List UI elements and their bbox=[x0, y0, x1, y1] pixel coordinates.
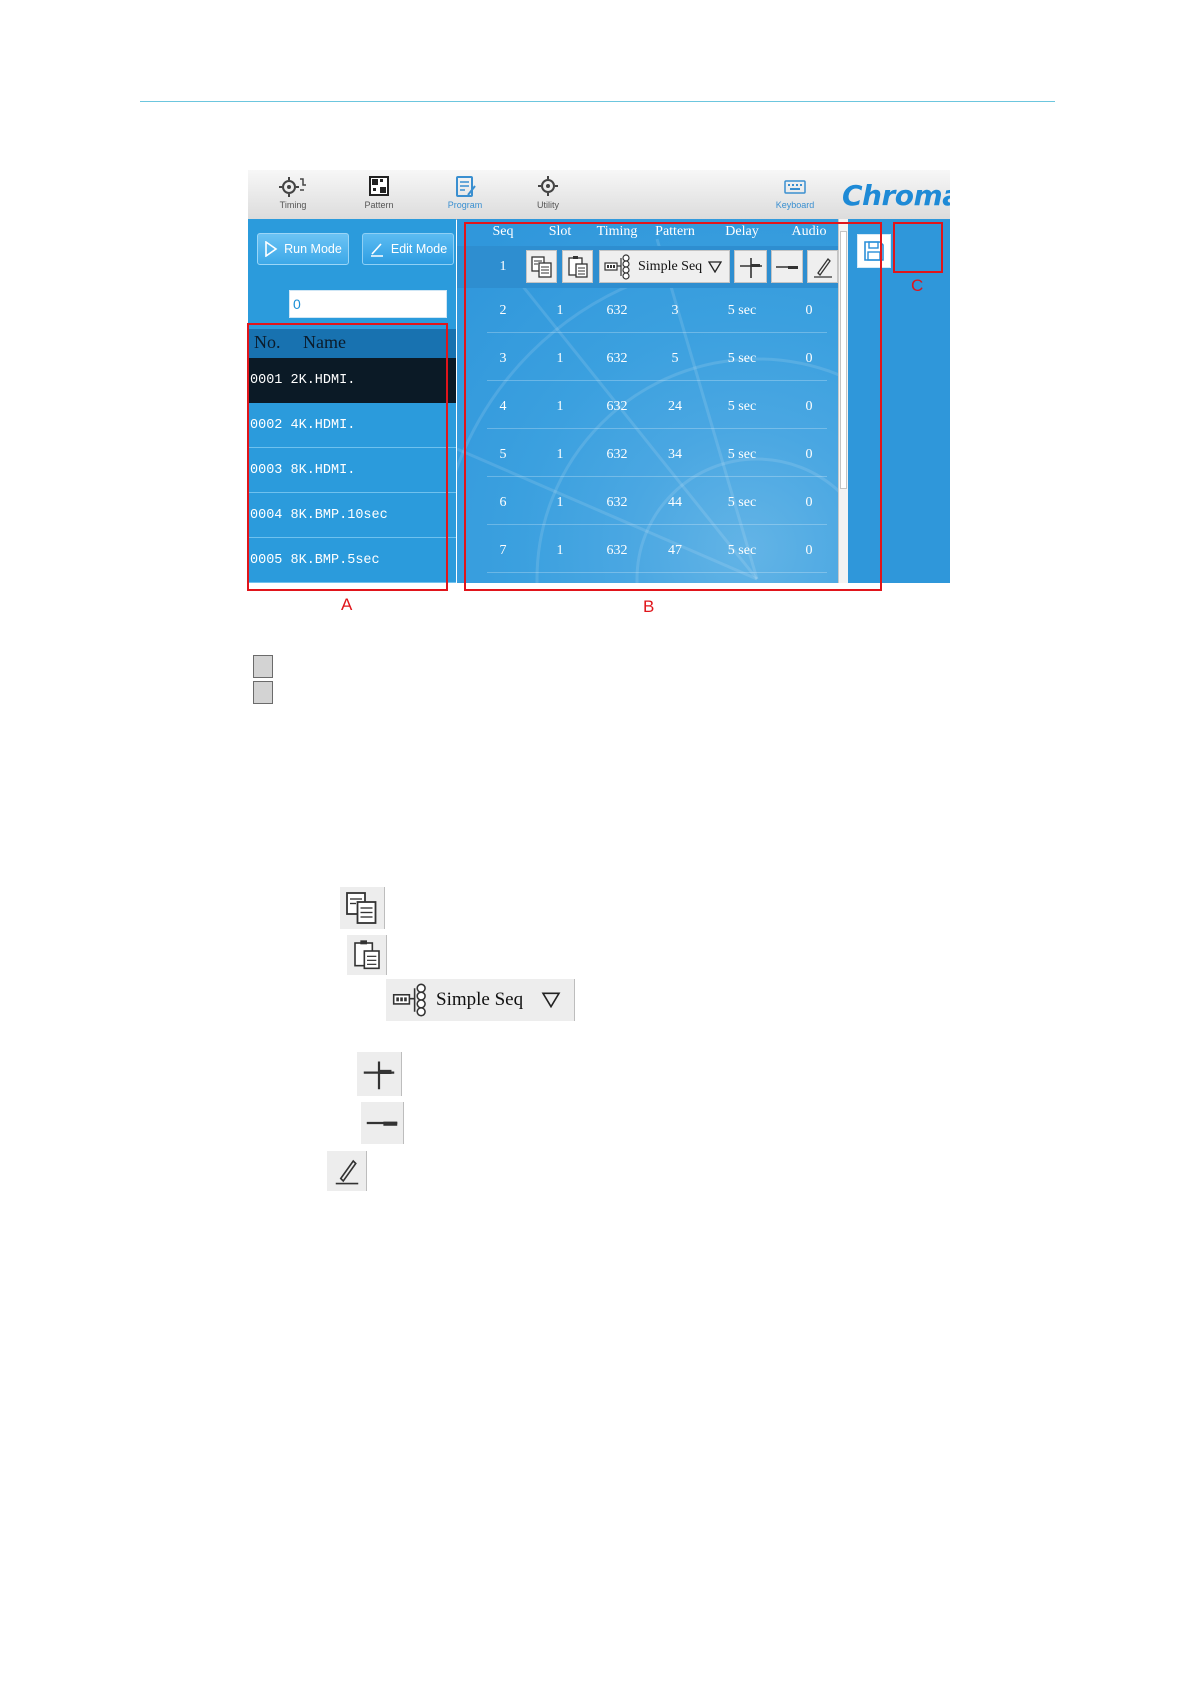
legend-delete-icon-box bbox=[361, 1102, 404, 1144]
callout-box-b bbox=[464, 222, 882, 591]
callout-label-a: A bbox=[341, 595, 353, 614]
search-input[interactable] bbox=[289, 290, 447, 318]
toolbar-pattern[interactable]: Pattern bbox=[344, 174, 414, 210]
placeholder-square bbox=[253, 655, 273, 678]
legend-paste-icon-box bbox=[347, 935, 387, 975]
toolbar-utility-label: Utility bbox=[537, 200, 559, 210]
toolbar-utility[interactable]: Utility bbox=[513, 174, 583, 210]
play-icon bbox=[265, 241, 278, 257]
toolbar-keyboard-label: Keyboard bbox=[775, 200, 815, 210]
utility-gear-icon bbox=[538, 176, 558, 196]
callout-box-c bbox=[893, 222, 943, 273]
callout-label-c: C bbox=[911, 276, 924, 295]
toolbar-timing[interactable]: Timing bbox=[258, 174, 328, 210]
edit-mode-label: Edit Mode bbox=[390, 242, 448, 256]
legend-insert-icon-box bbox=[357, 1052, 402, 1096]
pencil-icon bbox=[370, 243, 383, 257]
chroma-logo: Chroma bbox=[842, 179, 950, 212]
insert-icon bbox=[363, 1061, 395, 1090]
chevron-down-icon bbox=[541, 992, 561, 1008]
toolbar-keyboard[interactable]: Keyboard bbox=[760, 174, 830, 210]
toolbar-program-label: Program bbox=[447, 200, 483, 210]
legend-dropdown-box: Simple Seq bbox=[386, 979, 575, 1021]
pencil-icon bbox=[335, 1159, 358, 1185]
keyboard-icon bbox=[784, 180, 806, 194]
legend-pencil-icon-box bbox=[327, 1151, 367, 1191]
toolbar-program[interactable]: Program bbox=[430, 174, 500, 210]
header-rule bbox=[140, 101, 1055, 102]
pattern-icon bbox=[369, 176, 389, 196]
edit-mode-button[interactable]: Edit Mode bbox=[362, 233, 454, 265]
placeholder-square bbox=[253, 681, 273, 704]
gear-wave-icon bbox=[279, 177, 306, 197]
callout-box-a bbox=[247, 323, 448, 591]
legend-copy-icon-box bbox=[340, 887, 385, 929]
program-icon bbox=[456, 176, 476, 197]
toolbar-pattern-label: Pattern bbox=[364, 200, 394, 210]
callout-label-b: B bbox=[643, 597, 655, 616]
copy-icon bbox=[346, 892, 377, 924]
legend-dropdown-label: Simple Seq bbox=[436, 989, 524, 1010]
sequence-tree-icon bbox=[392, 983, 426, 1017]
run-mode-button[interactable]: Run Mode bbox=[257, 233, 349, 265]
paste-icon bbox=[353, 940, 380, 970]
top-toolbar: Timing Pattern Program Utility Keyboard … bbox=[248, 170, 950, 220]
toolbar-timing-label: Timing bbox=[279, 200, 307, 210]
delete-icon bbox=[366, 1121, 398, 1126]
run-mode-label: Run Mode bbox=[284, 242, 342, 256]
